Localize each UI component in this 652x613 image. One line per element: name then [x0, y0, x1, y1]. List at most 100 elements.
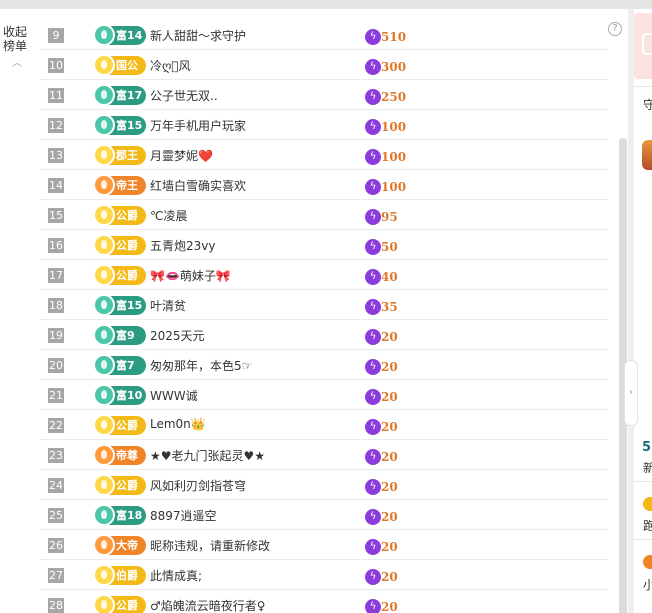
badge-label: 富14 [116, 29, 143, 42]
level-badge: 富15 [93, 294, 146, 316]
table-row[interactable]: 13 郡王 月靈梦妮❤️ ϟ 100 [40, 140, 608, 170]
side-tab-label[interactable]: 守 [643, 96, 652, 113]
score: ϟ 100 [365, 146, 406, 165]
rank-number: 26 [48, 538, 64, 553]
table-row[interactable]: 14 帝王 红墙白雪确实喜欢 ϟ 100 [40, 170, 608, 200]
badge-label: 公爵 [116, 419, 138, 432]
user-name[interactable]: 匆匆那年，本色5☞ [150, 357, 252, 374]
score-value: 20 [381, 419, 398, 434]
user-name[interactable]: ℃凌晨 [150, 207, 187, 224]
table-row[interactable]: 25 富18 8897逍遥空 ϟ 20 [40, 500, 608, 530]
lightning-icon: ϟ [365, 508, 381, 525]
side-divider [634, 539, 652, 540]
user-name[interactable]: WWW诚 [150, 387, 198, 404]
lightning-icon: ϟ [365, 148, 381, 165]
user-name[interactable]: 此情成真; [150, 567, 202, 584]
badge-icon [93, 594, 115, 613]
table-row[interactable]: 26 大帝 昵称违规，请重新修改 ϟ 20 [40, 530, 608, 560]
lightning-icon: ϟ [365, 298, 381, 315]
score-value: 35 [381, 299, 398, 314]
table-row[interactable]: 20 富7 匆匆那年，本色5☞ ϟ 20 [40, 350, 608, 380]
table-row[interactable]: 11 富17 公子世无双.. ϟ 250 [40, 80, 608, 110]
side-divider [634, 86, 652, 87]
user-name[interactable]: 万年手机用户玩家 [150, 117, 246, 134]
level-badge: 帝尊 [93, 444, 146, 466]
lightning-icon: ϟ [365, 328, 381, 345]
user-name[interactable]: 风如利刃剑指苍穹 [150, 477, 246, 494]
table-row[interactable]: 10 国公 冷ღ⃝风 ϟ 300 [40, 50, 608, 80]
badge-icon [93, 474, 115, 496]
level-badge: 公爵 [93, 204, 146, 226]
user-name[interactable]: 新人甜甜～求守护 [150, 27, 246, 44]
badge-icon [93, 114, 115, 136]
side-count: 5 [642, 440, 652, 455]
expand-panel-button[interactable]: › [624, 360, 638, 426]
user-name[interactable]: 2025天元 [150, 327, 205, 344]
badge-icon [93, 414, 115, 436]
user-name[interactable]: Lem0n👑 [150, 417, 206, 431]
level-badge: 富18 [93, 504, 146, 526]
score-value: 300 [381, 59, 407, 74]
lightning-icon: ϟ [365, 448, 381, 465]
user-name[interactable]: ♂焰魄流云暗夜行者♀ [150, 597, 266, 613]
lightning-icon: ϟ [365, 208, 381, 225]
user-name[interactable]: 五青炮23vy [150, 237, 215, 254]
badge-icon [93, 234, 115, 256]
rank-number: 13 [48, 148, 64, 163]
table-row[interactable]: 9 富14 新人甜甜～求守护 ϟ 510 [40, 20, 608, 50]
user-name[interactable]: 🎀👄萌妹子🎀 [150, 267, 231, 284]
side-label-new: 新 [643, 461, 652, 475]
user-name[interactable]: 月靈梦妮❤️ [150, 147, 213, 164]
user-name[interactable]: 昵称违规，请重新修改 [150, 537, 270, 554]
table-row[interactable]: 24 公爵 风如利刃剑指苍穹 ϟ 20 [40, 470, 608, 500]
score: ϟ 40 [365, 266, 398, 285]
rank-number: 14 [48, 178, 64, 193]
table-row[interactable]: 22 公爵 Lem0n👑 ϟ 20 [40, 410, 608, 440]
side-banner[interactable] [634, 13, 652, 79]
score: ϟ 20 [365, 326, 398, 345]
badge-icon [93, 264, 115, 286]
table-row[interactable]: 19 富9 2025天元 ϟ 20 [40, 320, 608, 350]
badge-label: 公爵 [116, 479, 138, 492]
user-name[interactable]: 8897逍遥空 [150, 507, 217, 524]
user-name[interactable]: 叶清贫 [150, 297, 186, 314]
badge-label: 公爵 [116, 239, 138, 252]
table-row[interactable]: 16 公爵 五青炮23vy ϟ 50 [40, 230, 608, 260]
table-row[interactable]: 18 富15 叶清贫 ϟ 35 [40, 290, 608, 320]
rank-number: 28 [48, 598, 64, 613]
level-badge: 富9 [93, 324, 146, 346]
table-row[interactable]: 17 公爵 🎀👄萌妹子🎀 ϟ 40 [40, 260, 608, 290]
user-name[interactable]: 公子世无双.. [150, 87, 218, 104]
table-row[interactable]: 21 富10 WWW诚 ϟ 20 [40, 380, 608, 410]
collapse-label-line2: 榜单 [3, 39, 28, 53]
table-row[interactable]: 27 伯爵 此情成真; ϟ 20 [40, 560, 608, 590]
table-row[interactable]: 15 公爵 ℃凌晨 ϟ 95 [40, 200, 608, 230]
score-value: 510 [381, 29, 407, 44]
user-name[interactable]: 红墙白雪确实喜欢 [150, 177, 246, 194]
table-row[interactable]: 28 公爵 ♂焰魄流云暗夜行者♀ ϟ 20 [40, 590, 608, 613]
score: ϟ 35 [365, 296, 398, 315]
rank-number: 11 [48, 88, 64, 103]
lightning-icon: ϟ [365, 268, 381, 285]
side-avatar[interactable] [642, 140, 652, 170]
help-icon[interactable]: ? [608, 22, 622, 36]
user-name[interactable]: 冷ღ⃝风 [150, 57, 191, 74]
collapse-ranking-button[interactable]: 收起 榜单 ︿ [3, 25, 31, 71]
table-row[interactable]: 12 富15 万年手机用户玩家 ϟ 100 [40, 110, 608, 140]
badge-label: 公爵 [116, 209, 138, 222]
badge-label: 帝王 [116, 179, 138, 192]
table-row[interactable]: 23 帝尊 ★♥老九门张起灵♥★ ϟ 20 [40, 440, 608, 470]
score: ϟ 20 [365, 386, 398, 405]
score: ϟ 20 [365, 596, 398, 613]
score-value: 20 [381, 599, 398, 613]
badge-label: 伯爵 [116, 569, 138, 582]
lightning-icon: ϟ [365, 388, 381, 405]
lightning-icon: ϟ [365, 568, 381, 585]
score-value: 100 [381, 119, 407, 134]
badge-label: 富9 [116, 329, 135, 342]
level-badge: 帝王 [93, 174, 146, 196]
level-badge: 富17 [93, 84, 146, 106]
rank-number: 20 [48, 358, 64, 373]
user-name[interactable]: ★♥老九门张起灵♥★ [150, 447, 265, 464]
lightning-icon: ϟ [365, 598, 381, 613]
